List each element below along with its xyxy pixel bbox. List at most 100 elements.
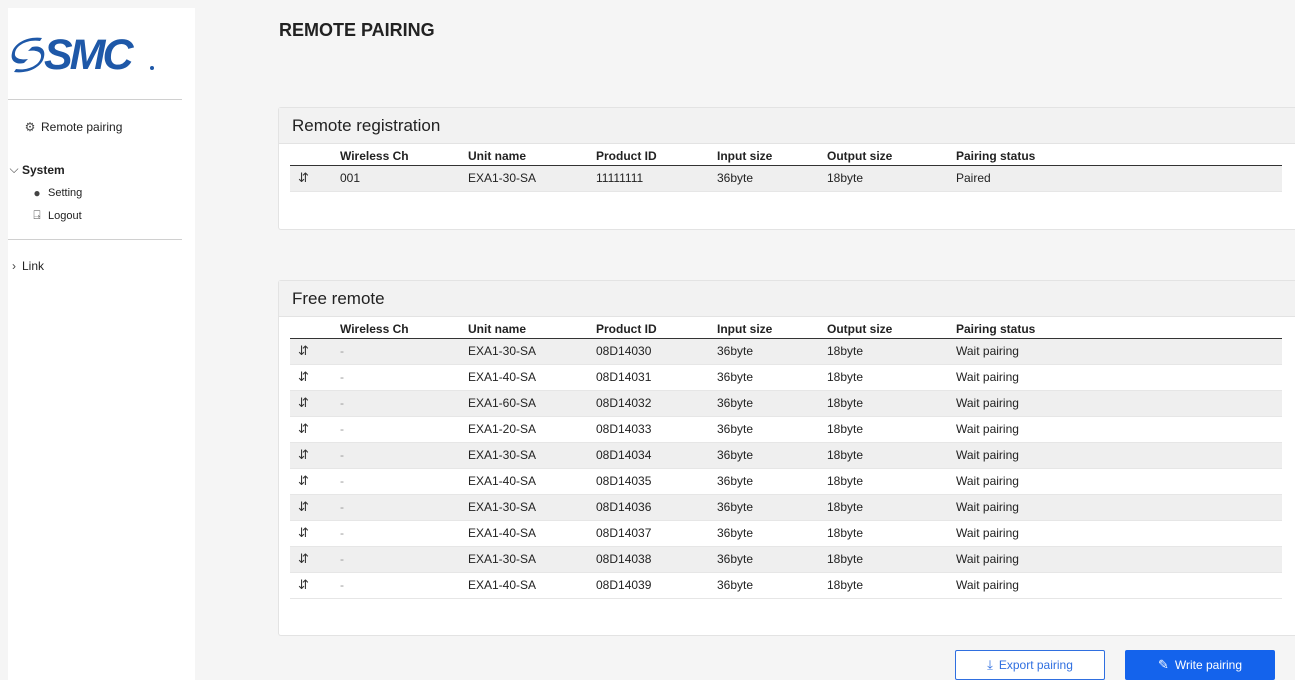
swap-arrows-icon[interactable]: ⇵ <box>290 338 340 365</box>
sidebar-item-label: Setting <box>48 187 83 199</box>
cell: EXA1-30-SA <box>468 546 596 573</box>
cell: 18byte <box>827 572 956 599</box>
col-header: Output size <box>827 144 956 166</box>
cell: EXA1-30-SA <box>468 442 596 469</box>
table-row[interactable]: ⇵ - EXA1-30-SA 08D14038 36byte 18byte Wa… <box>290 546 1282 573</box>
cell: - <box>340 390 468 417</box>
cell: EXA1-30-SA <box>468 494 596 521</box>
cell: Wait pairing <box>956 520 1282 547</box>
cell: - <box>340 364 468 391</box>
table-row[interactable]: ⇵ - EXA1-40-SA 08D14031 36byte 18byte Wa… <box>290 364 1282 391</box>
write-pairing-label: Write pairing <box>1174 658 1243 672</box>
cell: EXA1-30-SA <box>468 165 596 192</box>
cell: 08D14038 <box>596 546 717 573</box>
col-header-sort <box>290 144 340 166</box>
free-remote-table: Wireless Ch Unit name Product ID Input s… <box>290 317 1282 599</box>
cell: 08D14031 <box>596 364 717 391</box>
swap-arrows-icon[interactable]: ⇵ <box>290 390 340 417</box>
sidebar-item-system[interactable]: ⌵ System <box>8 162 65 177</box>
swap-arrows-icon[interactable]: ⇵ <box>290 520 340 547</box>
cell: 18byte <box>827 338 956 365</box>
sidebar-item-remote-pairing[interactable]: ⚙ Remote pairing <box>23 120 123 134</box>
cell: 08D14035 <box>596 468 717 495</box>
col-header: Wireless Ch <box>340 144 468 166</box>
sidebar: SMC ⚙ Remote pairing ⌵ System ● Setting … <box>8 8 195 680</box>
table-row[interactable]: ⇵ - EXA1-40-SA 08D14037 36byte 18byte Wa… <box>290 520 1282 547</box>
table-row[interactable]: ⇵ - EXA1-60-SA 08D14032 36byte 18byte Wa… <box>290 390 1282 417</box>
cell: Wait pairing <box>956 338 1282 365</box>
cell: Wait pairing <box>956 442 1282 469</box>
cell: Wait pairing <box>956 390 1282 417</box>
registration-table: Wireless Ch Unit name Product ID Input s… <box>290 144 1282 192</box>
panel-title: Remote registration <box>279 108 1295 144</box>
cell: EXA1-30-SA <box>468 338 596 365</box>
sidebar-item-label: Link <box>22 259 45 273</box>
col-header: Output size <box>827 317 956 339</box>
swap-arrows-icon[interactable]: ⇵ <box>290 546 340 573</box>
cell: 18byte <box>827 520 956 547</box>
cell: 36byte <box>717 338 827 365</box>
cell: 08D14030 <box>596 338 717 365</box>
table-row[interactable]: ⇵ - EXA1-40-SA 08D14039 36byte 18byte Wa… <box>290 572 1282 599</box>
col-header: Unit name <box>468 144 596 166</box>
cell: 08D14032 <box>596 390 717 417</box>
table-row[interactable]: ⇵ 001 EXA1-30-SA 11111111 36byte 18byte … <box>290 165 1282 192</box>
col-header: Pairing status <box>956 317 1282 339</box>
cell: 18byte <box>827 546 956 573</box>
col-header: Input size <box>717 144 827 166</box>
swap-arrows-icon[interactable]: ⇵ <box>290 364 340 391</box>
sliders-icon: ⚙ <box>24 120 36 134</box>
panel-title: Free remote <box>279 281 1295 317</box>
page-title: REMOTE PAIRING <box>279 20 435 40</box>
remote-registration-panel: Remote registration Wireless Ch Unit nam… <box>278 107 1295 230</box>
export-pairing-button[interactable]: ⤓ Export pairing <box>955 650 1105 680</box>
cell: Wait pairing <box>956 572 1282 599</box>
swap-arrows-icon[interactable]: ⇵ <box>290 416 340 443</box>
cell: EXA1-40-SA <box>468 364 596 391</box>
swap-arrows-icon[interactable]: ⇵ <box>290 494 340 521</box>
export-pairing-label: Export pairing <box>998 658 1073 672</box>
cell: 11111111 <box>596 165 717 192</box>
cell: 18byte <box>827 390 956 417</box>
table-row[interactable]: ⇵ - EXA1-30-SA 08D14030 36byte 18byte Wa… <box>290 338 1282 365</box>
cell: EXA1-40-SA <box>468 520 596 547</box>
sidebar-divider <box>8 239 182 240</box>
cell: 08D14034 <box>596 442 717 469</box>
swap-arrows-icon[interactable]: ⇵ <box>290 442 340 469</box>
sidebar-item-label: System <box>22 162 65 177</box>
cell: - <box>340 520 468 547</box>
pencil-icon: ✎ <box>1157 657 1169 672</box>
swap-arrows-icon[interactable]: ⇵ <box>290 468 340 495</box>
cell: 001 <box>340 165 468 192</box>
table-row[interactable]: ⇵ - EXA1-40-SA 08D14035 36byte 18byte Wa… <box>290 468 1282 495</box>
cell: - <box>340 546 468 573</box>
logout-icon: ⍈ <box>33 208 41 222</box>
cell: Wait pairing <box>956 468 1282 495</box>
sidebar-item-logout[interactable]: ⍈ Logout <box>30 208 82 223</box>
sidebar-item-link[interactable]: › Link <box>8 259 44 273</box>
cell: 18byte <box>827 494 956 521</box>
write-pairing-button[interactable]: ✎ Write pairing <box>1125 650 1275 680</box>
table-row[interactable]: ⇵ - EXA1-20-SA 08D14033 36byte 18byte Wa… <box>290 416 1282 443</box>
sidebar-item-label: Logout <box>48 209 82 222</box>
col-header-sort <box>290 317 340 339</box>
cell: 36byte <box>717 468 827 495</box>
swap-arrows-icon[interactable]: ⇵ <box>290 165 340 192</box>
cell: - <box>340 442 468 469</box>
cell: 18byte <box>827 442 956 469</box>
cell: 36byte <box>717 572 827 599</box>
cell: 18byte <box>827 364 956 391</box>
cell: 18byte <box>827 468 956 495</box>
cell: 08D14037 <box>596 520 717 547</box>
cell: 36byte <box>717 494 827 521</box>
cell: - <box>340 338 468 365</box>
table-row[interactable]: ⇵ - EXA1-30-SA 08D14034 36byte 18byte Wa… <box>290 442 1282 469</box>
cell: EXA1-20-SA <box>468 416 596 443</box>
sidebar-item-setting[interactable]: ● Setting <box>30 186 82 200</box>
download-icon: ⤓ <box>987 657 993 672</box>
col-header: Wireless Ch <box>340 317 468 339</box>
swap-arrows-icon[interactable]: ⇵ <box>290 572 340 599</box>
cell: 36byte <box>717 546 827 573</box>
table-row[interactable]: ⇵ - EXA1-30-SA 08D14036 36byte 18byte Wa… <box>290 494 1282 521</box>
cell: Wait pairing <box>956 416 1282 443</box>
